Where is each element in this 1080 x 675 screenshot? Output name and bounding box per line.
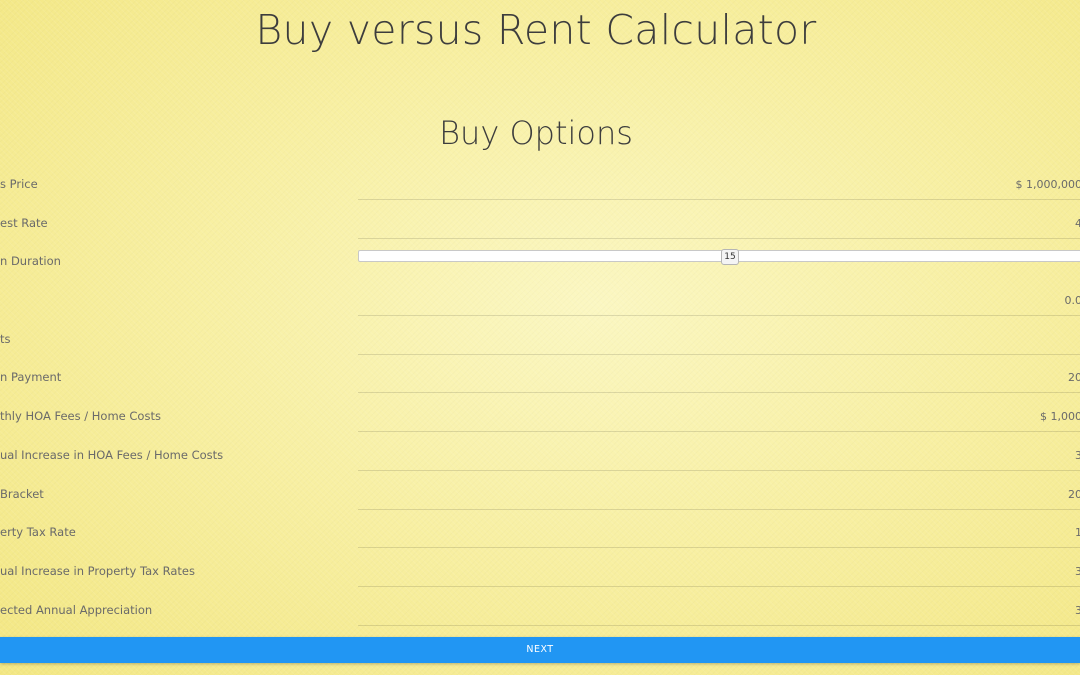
price-input[interactable]: $ 1,000,000 [358, 165, 1080, 200]
field-row-property-tax-rate: erty Tax Rate 1 [0, 513, 1080, 552]
field-label-appreciation: ected Annual Appreciation [0, 602, 153, 617]
field-label-hoa-increase: ual Increase in HOA Fees / Home Costs [0, 447, 224, 462]
points-value: 0.0 [1064, 294, 1080, 308]
points-input[interactable]: 0.0 [358, 281, 1080, 317]
field-row-down-payment: n Payment 20 [0, 358, 1080, 397]
field-row-costs: ts [0, 320, 1080, 359]
field-label-down-payment: n Payment [0, 370, 62, 385]
property-tax-increase-input[interactable]: 3 [358, 552, 1080, 587]
field-label-loan-duration: n Duration [0, 254, 61, 269]
page-title: Buy versus Rent Calculator [255, 6, 817, 54]
field-label-interest-rate: est Rate [0, 215, 48, 230]
field-label-property-tax-increase: ual Increase in Property Tax Rates [0, 563, 195, 578]
down-payment-value: 20 [1068, 371, 1080, 385]
tax-bracket-input[interactable]: 20 [358, 475, 1080, 510]
loan-duration-slider-handle[interactable]: 15 [721, 249, 739, 265]
buy-options-form: s Price $ 1,000,000 est Rate 4 n Duratio… [0, 165, 1080, 629]
field-row-property-tax-increase: ual Increase in Property Tax Rates 3 [0, 552, 1080, 591]
next-button[interactable]: NEXT [0, 637, 1080, 663]
field-row-price: s Price $ 1,000,000 [0, 165, 1080, 204]
property-tax-rate-input[interactable]: 1 [358, 513, 1080, 549]
field-row-tax-bracket: Bracket 20 [0, 475, 1080, 514]
loan-duration-slider[interactable] [358, 250, 1080, 262]
field-row-hoa-fees: thly HOA Fees / Home Costs $ 1,000 [0, 397, 1080, 436]
hoa-increase-value: 3 [1075, 448, 1080, 462]
field-row-appreciation: ected Annual Appreciation 3 [0, 591, 1080, 630]
hoa-increase-input[interactable]: 3 [358, 436, 1080, 471]
field-label-tax-bracket: Bracket [0, 486, 44, 501]
property-tax-increase-value: 3 [1075, 564, 1080, 578]
field-row-points: 0.0 [0, 281, 1080, 320]
section-title-buy-options: Buy Options [439, 114, 633, 152]
price-value: $ 1,000,000 [1015, 178, 1080, 191]
interest-rate-input[interactable]: 4 [358, 204, 1080, 239]
appreciation-input[interactable]: 3 [358, 591, 1080, 626]
field-label-price: s Price [0, 177, 38, 191]
property-tax-rate-value: 1 [1075, 526, 1080, 540]
field-label-hoa-fees: thly HOA Fees / Home Costs [0, 409, 161, 424]
hoa-fees-input[interactable]: $ 1,000 [358, 397, 1080, 433]
interest-rate-value: 4 [1075, 216, 1080, 230]
field-label-property-tax-rate: erty Tax Rate [0, 525, 76, 540]
appreciation-value: 3 [1075, 603, 1080, 617]
costs-input[interactable] [358, 320, 1080, 355]
field-label-costs: ts [0, 331, 11, 346]
field-row-interest-rate: est Rate 4 [0, 204, 1080, 243]
field-row-hoa-increase: ual Increase in HOA Fees / Home Costs 3 [0, 436, 1080, 475]
tax-bracket-value: 20 [1068, 487, 1080, 501]
down-payment-input[interactable]: 20 [358, 358, 1080, 394]
hoa-fees-value: $ 1,000 [1040, 410, 1080, 424]
